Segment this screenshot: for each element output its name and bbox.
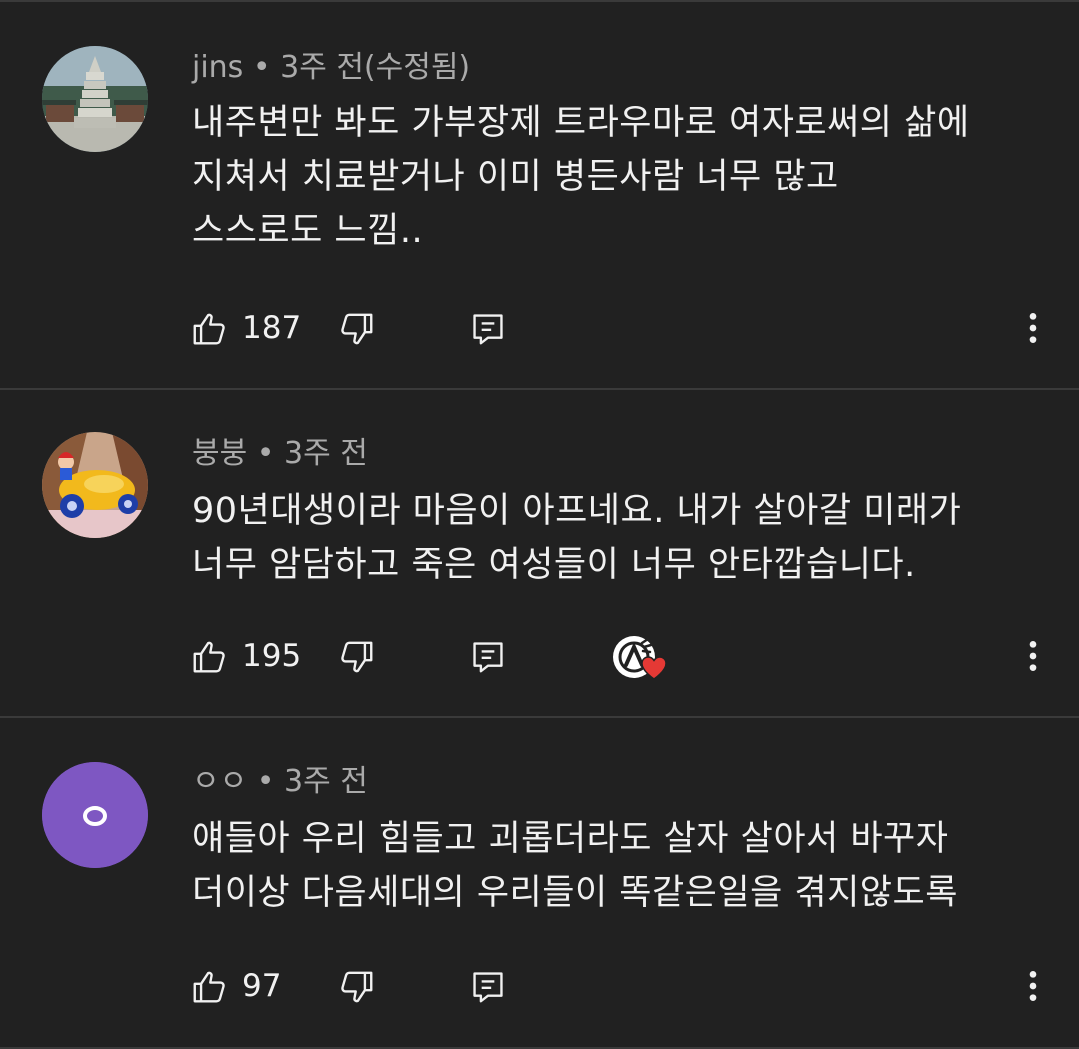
more-vert-icon[interactable]	[1018, 308, 1048, 348]
comment-time[interactable]: 3주 전	[284, 436, 368, 471]
more-vert-icon[interactable]	[1018, 636, 1048, 676]
author-name[interactable]: ㅇㅇ	[192, 764, 247, 799]
like-count: 97	[242, 968, 282, 1004]
comment-actions: 195	[0, 630, 1079, 680]
avatar[interactable]	[42, 432, 148, 538]
thumbs-up-icon[interactable]	[190, 310, 228, 348]
comment-item: ㅇㅇ • 3주 전 얘들아 우리 힘들고 괴롭더라도 살자 살아서 바꾸자 더이…	[0, 718, 1079, 1049]
reply-icon[interactable]	[469, 638, 507, 676]
thumbs-up-icon[interactable]	[190, 968, 228, 1006]
thumbs-down-icon[interactable]	[338, 638, 376, 676]
thumbs-down-icon[interactable]	[338, 968, 376, 1006]
like-count: 195	[242, 638, 302, 674]
comment-time[interactable]: 3주 전	[284, 764, 368, 799]
meta-separator: •	[247, 764, 284, 799]
comment-text: 90년대생이라 마음이 아프네요. 내가 살아갈 미래가 너무 암담하고 죽은 …	[192, 491, 962, 585]
author-name[interactable]: jins	[192, 50, 243, 85]
letter-avatar-image	[42, 762, 148, 868]
reply-icon[interactable]	[469, 310, 507, 348]
comment-actions: 187	[0, 302, 1079, 352]
avatar[interactable]	[42, 46, 148, 152]
creator-heart-icon	[613, 636, 667, 680]
cartoon-car-avatar-image	[42, 432, 148, 538]
author-name[interactable]: 붕붕	[192, 436, 247, 471]
comment-meta: ㅇㅇ • 3주 전	[192, 762, 368, 802]
thumbs-down-icon[interactable]	[338, 310, 376, 348]
reply-icon[interactable]	[469, 968, 507, 1006]
meta-separator: •	[243, 50, 281, 85]
comment-meta: jins • 3주 전(수정됨)	[192, 48, 470, 88]
avatar[interactable]	[42, 762, 148, 868]
comment-item: 붕붕 • 3주 전 90년대생이라 마음이 아프네요. 내가 살아갈 미래가 너…	[0, 390, 1079, 718]
more-vert-icon[interactable]	[1018, 966, 1048, 1006]
thumbs-up-icon[interactable]	[190, 638, 228, 676]
comment-text: 내주변만 봐도 가부장제 트라우마로 여자로써의 삶에 지쳐서 치료받거나 이미…	[192, 103, 970, 251]
meta-separator: •	[247, 436, 284, 471]
comment-actions: 97	[0, 960, 1079, 1010]
pagoda-avatar-image	[42, 46, 148, 152]
comment-meta: 붕붕 • 3주 전	[192, 434, 368, 474]
comment-time[interactable]: 3주 전(수정됨)	[280, 50, 470, 85]
comment-item: jins • 3주 전(수정됨) 내주변만 봐도 가부장제 트라우마로 여자로써…	[0, 2, 1079, 390]
like-count: 187	[242, 310, 302, 346]
comment-text: 얘들아 우리 힘들고 괴롭더라도 살자 살아서 바꾸자 더이상 다음세대의 우리…	[192, 819, 958, 913]
